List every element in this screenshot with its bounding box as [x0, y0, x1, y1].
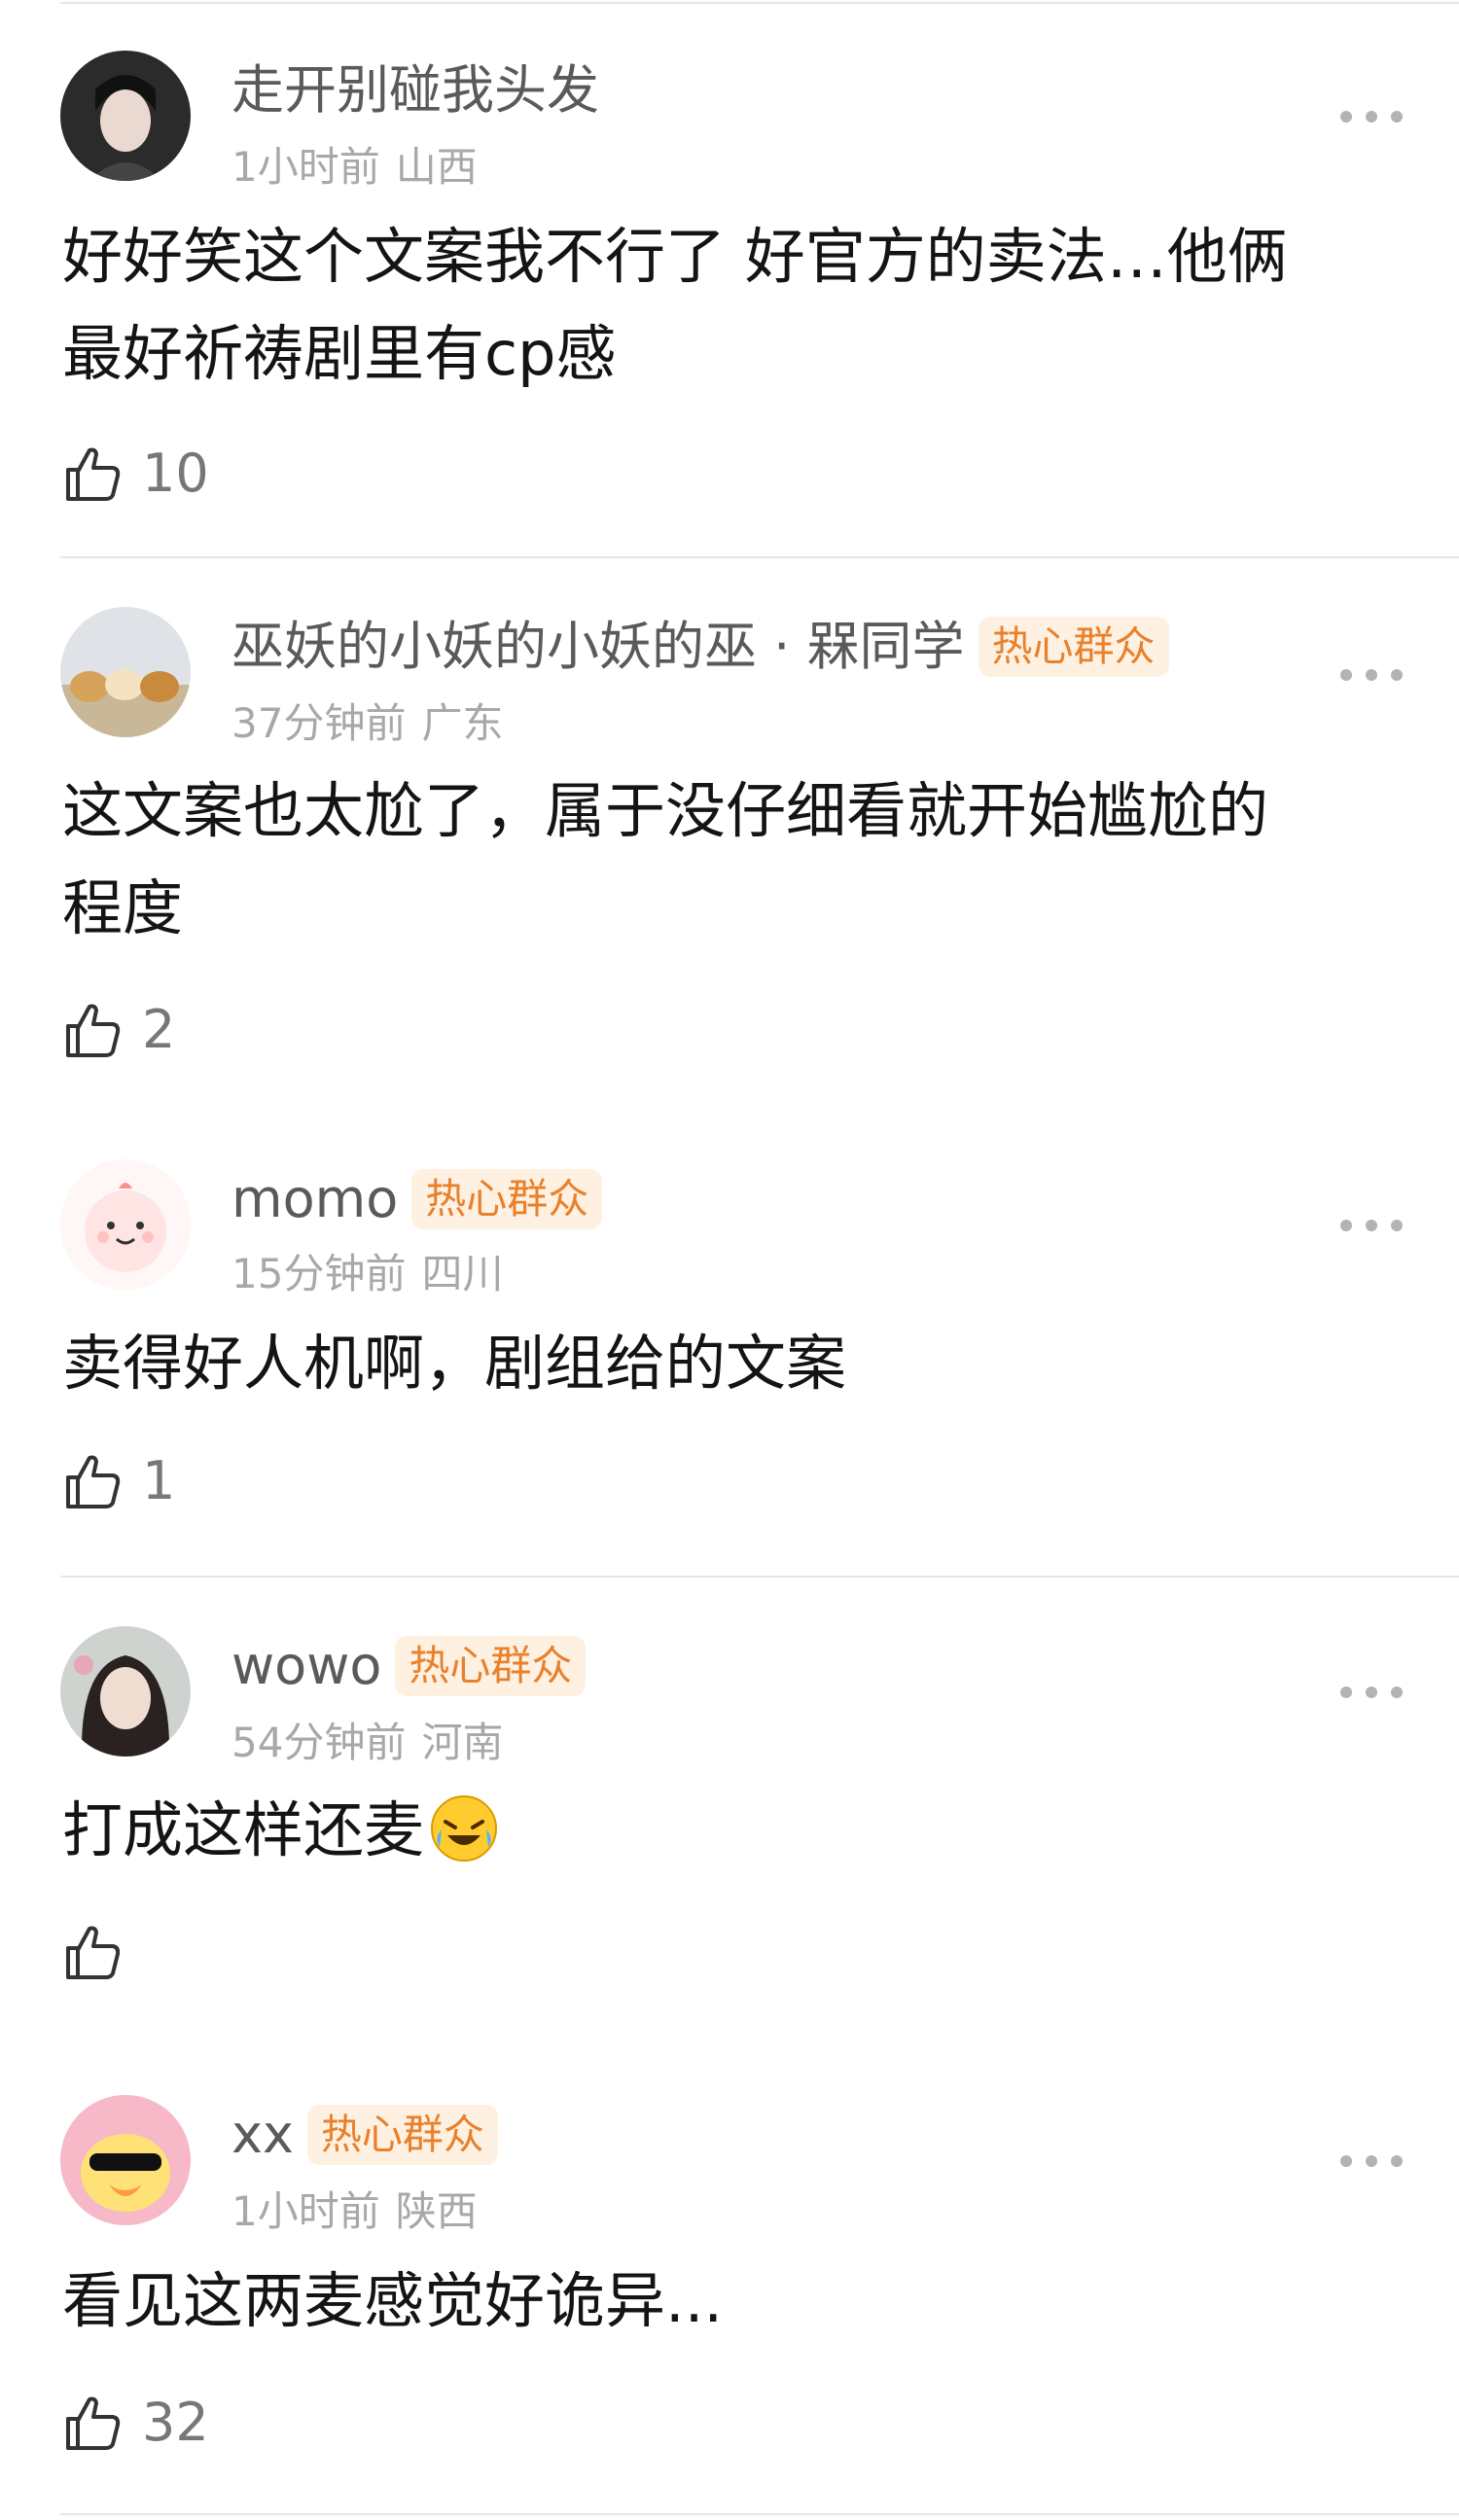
location: 四川 [421, 1250, 504, 1297]
thumbs-up-icon [62, 999, 125, 1061]
location: 广东 [421, 699, 504, 747]
timestamp: 1小时前 [231, 2187, 380, 2235]
status-badge: 热心群众 [978, 617, 1169, 677]
comment-text: 打成这样还麦 [62, 1782, 1405, 1879]
avatar[interactable] [60, 1626, 191, 1757]
avatar[interactable] [60, 607, 191, 737]
thumbs-up-icon [62, 1450, 125, 1512]
like-button[interactable]: 1 [62, 1445, 175, 1517]
more-icon[interactable] [1340, 2149, 1403, 2173]
like-count: 2 [142, 999, 176, 1060]
comment-meta: 1小时前 陕西 [231, 2179, 478, 2238]
more-icon[interactable] [1340, 105, 1403, 128]
status-badge: 热心群众 [395, 1636, 587, 1696]
like-count: 1 [142, 1450, 176, 1511]
status-badge: 热心群众 [306, 2105, 498, 2165]
timestamp: 54分钟前 [231, 1719, 407, 1766]
comment-text-line: 卖得好人机啊，剧组给的文案 [62, 1328, 847, 1399]
location: 山西 [395, 143, 478, 191]
like-button[interactable]: 32 [62, 2387, 209, 2459]
more-icon[interactable] [1340, 663, 1403, 687]
comment-text: 好好笑这个文案我不行了 好官方的卖法…他俩 最好祈祷剧里有cp感 [62, 208, 1405, 403]
location: 陕西 [395, 2187, 478, 2235]
status-badge: 热心群众 [411, 1169, 603, 1229]
thumbs-up-icon [62, 2392, 125, 2454]
avatar[interactable] [60, 51, 191, 181]
comment-divider [60, 1576, 1459, 1578]
more-icon[interactable] [1340, 1214, 1403, 1237]
comment-text-line: 程度 [62, 872, 184, 943]
comment-text: 这文案也太尬了，属于没仔细看就开始尴尬的 程度 [62, 763, 1405, 957]
username[interactable]: xx [231, 2101, 294, 2169]
location: 河南 [421, 1719, 504, 1766]
comment-text-line: 最好祈祷剧里有cp感 [62, 318, 617, 389]
like-count: 10 [142, 443, 209, 504]
comment-divider [60, 556, 1459, 558]
bottom-divider [60, 2513, 1459, 2515]
like-count: 32 [142, 2392, 209, 2453]
timestamp: 15分钟前 [231, 1250, 407, 1297]
comment-text-line: 看见这两麦感觉好诡异... [62, 2265, 724, 2336]
comment-text-line: 打成这样还麦 [62, 1794, 425, 1865]
thumbs-up-icon [62, 1921, 125, 1983]
comment-meta: 1小时前 山西 [231, 134, 478, 194]
timestamp: 37分钟前 [231, 699, 407, 747]
avatar[interactable] [60, 2095, 191, 2225]
comment-text-line: 好好笑这个文案我不行了 好官方的卖法…他俩 [62, 221, 1288, 292]
thumbs-up-icon [62, 443, 125, 505]
like-button[interactable] [62, 1916, 142, 1988]
comment-text-line: 这文案也太尬了，属于没仔细看就开始尴尬的 [62, 775, 1269, 846]
username[interactable]: 走开别碰我头发 [231, 56, 599, 124]
like-button[interactable]: 10 [62, 438, 209, 510]
comment-text: 看见这两麦感觉好诡异... [62, 2253, 1405, 2350]
username[interactable]: momo [231, 1165, 398, 1233]
username[interactable]: wowo [231, 1632, 381, 1700]
comment-text: 卖得好人机啊，剧组给的文案 [62, 1315, 1405, 1412]
comment-meta: 54分钟前 河南 [231, 1710, 503, 1769]
timestamp: 1小时前 [231, 143, 380, 191]
avatar[interactable] [60, 1159, 191, 1290]
comment-meta: 37分钟前 广东 [231, 691, 503, 750]
more-icon[interactable] [1340, 1681, 1403, 1704]
like-button[interactable]: 2 [62, 994, 175, 1066]
laughing-crying-emoji [428, 1792, 500, 1864]
username[interactable]: 巫妖的小妖的小妖的巫 · 槑同学 [231, 613, 965, 681]
top-divider [60, 2, 1459, 4]
comment-meta: 15分钟前 四川 [231, 1241, 503, 1300]
